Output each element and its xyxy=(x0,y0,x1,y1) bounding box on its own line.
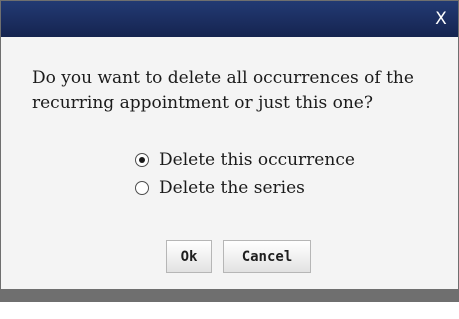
dialog-message: Do you want to delete all occurrences of… xyxy=(32,66,452,116)
ok-button[interactable]: Ok xyxy=(166,240,212,273)
delete-series-option[interactable]: Delete the series xyxy=(135,174,355,202)
delete-series-label: Delete the series xyxy=(159,178,305,198)
message-line-2: recurring appointment or just this one? xyxy=(32,93,373,113)
dialog-titlebar: X xyxy=(1,1,458,37)
dialog-bottom-strip xyxy=(1,289,458,301)
delete-options-group: Delete this occurrence Delete the series xyxy=(135,146,355,202)
dialog-buttons: Ok Cancel xyxy=(166,240,311,273)
close-icon[interactable]: X xyxy=(430,7,452,31)
delete-recurrence-dialog: X Do you want to delete all occurrences … xyxy=(0,0,459,302)
radio-checked-icon[interactable] xyxy=(135,153,149,167)
delete-occurrence-option[interactable]: Delete this occurrence xyxy=(135,146,355,174)
dialog-content: Do you want to delete all occurrences of… xyxy=(1,37,458,291)
radio-unchecked-icon[interactable] xyxy=(135,181,149,195)
message-line-1: Do you want to delete all occurrences of… xyxy=(32,68,414,88)
delete-occurrence-label: Delete this occurrence xyxy=(159,150,355,170)
cancel-button[interactable]: Cancel xyxy=(223,240,311,273)
